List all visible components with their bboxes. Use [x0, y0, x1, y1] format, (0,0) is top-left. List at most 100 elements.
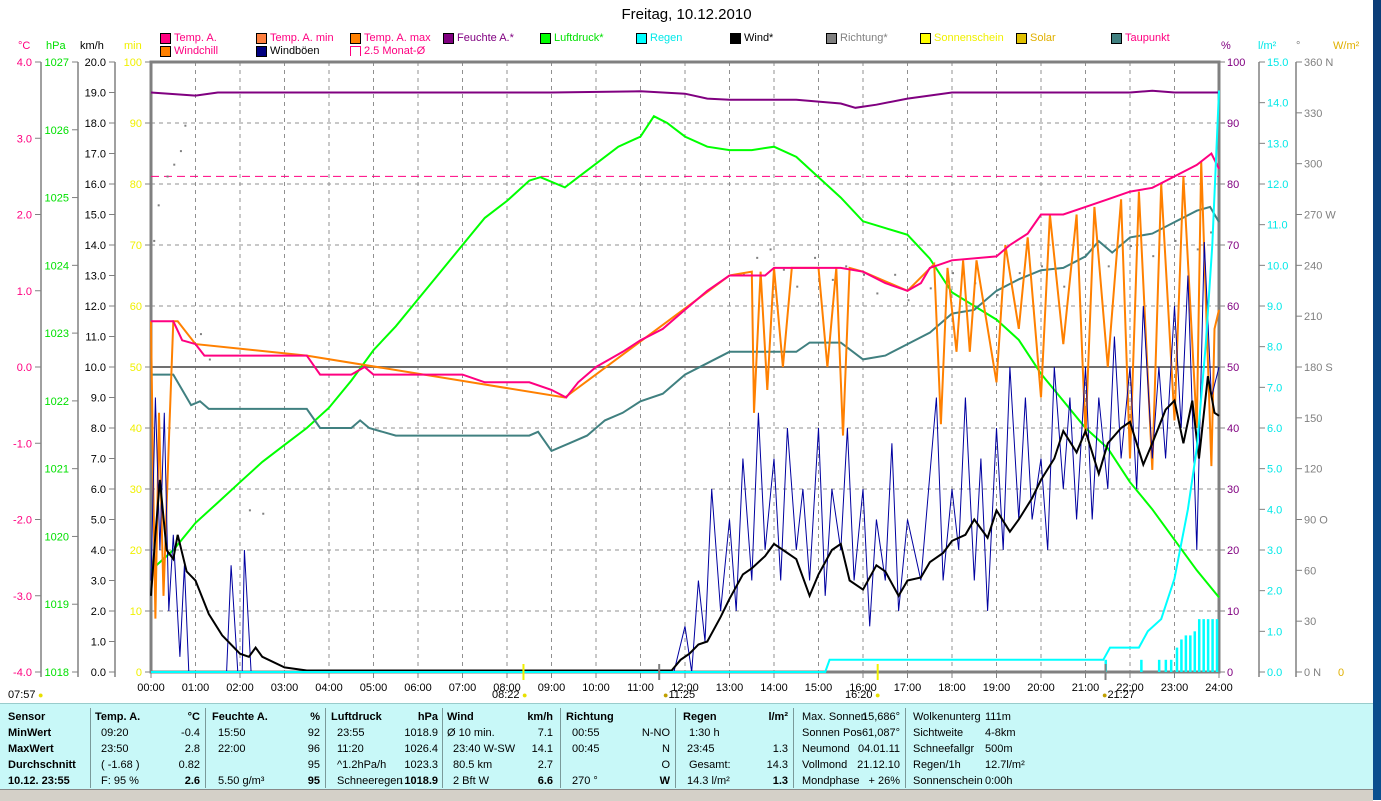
x-tick-label: 13:00 — [716, 682, 744, 694]
pressure-row-label: 11:20 — [337, 743, 364, 755]
legend-item: Sonnenschein — [920, 32, 1004, 44]
axis-label-pressure: 1026 — [45, 125, 69, 137]
axis-label-direction: 270 W — [1304, 210, 1336, 222]
humidity-row-value: 92 — [307, 727, 320, 739]
axis-unit: km/h — [80, 40, 104, 52]
direction-dot — [248, 509, 251, 512]
direction-dot — [996, 294, 999, 297]
axis-label-temp: 0.0 — [17, 362, 32, 374]
axis-label-temp: -1.0 — [13, 438, 32, 450]
axis-label-sun: 20 — [130, 545, 142, 557]
x-tick-label: 03:00 — [271, 682, 299, 694]
x-tick-label: 17:00 — [894, 682, 922, 694]
direction-dot — [756, 256, 759, 259]
legend-label: Temp. A. — [174, 32, 217, 44]
axis-label-rain: 10.0 — [1267, 260, 1288, 272]
legend-item: Richtung* — [826, 32, 888, 44]
axis-label-wind: 12.0 — [85, 301, 106, 313]
axis-label-rain: 14.0 — [1267, 98, 1288, 110]
axis-label-humidity: 90 — [1227, 118, 1239, 130]
weather-value: 500m — [985, 743, 1013, 755]
axis-label-direction: 240 — [1304, 260, 1322, 272]
axis-label-wind: 1.0 — [91, 637, 106, 649]
direction-dot — [173, 163, 176, 166]
legend-swatch — [1111, 32, 1122, 44]
legend-item: Temp. A. max — [350, 32, 431, 44]
axis-label-direction: 60 — [1304, 565, 1316, 577]
legend-item: Solar — [1016, 32, 1056, 44]
legend-item: Wind* — [730, 32, 773, 44]
marker-sun_end: 16:20 ● — [845, 689, 880, 701]
weather-label: Regen/1h — [913, 759, 961, 771]
rain-bar — [1157, 659, 1161, 672]
marker-time: 08:22 — [492, 689, 520, 701]
axis-label-direction: 300 — [1304, 159, 1322, 171]
column-divider — [90, 708, 91, 788]
axis-label-sun: 100 — [124, 57, 142, 69]
axis-label-sun: 30 — [130, 484, 142, 496]
direction-dot — [1063, 285, 1066, 288]
legend-swatch — [826, 32, 837, 44]
weather-label: Wolkenunterg — [913, 711, 981, 723]
weather-value: 4-8km — [985, 727, 1016, 739]
legend-item: Taupunkt — [1111, 32, 1170, 44]
axis-label-pressure: 1025 — [45, 193, 69, 205]
temp-unit: °C — [187, 711, 200, 723]
legend-swatch — [350, 32, 361, 44]
summary-panel: Sensor MinWert MaxWert Durchschnitt 10.12. 2… — [0, 703, 1373, 790]
legend-item: Regen — [636, 32, 682, 44]
legend-label: Luftdruck* — [554, 32, 604, 44]
x-tick-label: 11:00 — [627, 682, 654, 694]
axis-unit: ° — [1296, 40, 1301, 52]
axis-label-direction: 330 — [1304, 108, 1322, 120]
astro-value: 04.01.11 — [857, 743, 900, 755]
direction-dot — [907, 299, 910, 302]
axis-label-temp: -4.0 — [13, 667, 32, 679]
axis-label-direction: 90 O — [1304, 515, 1328, 527]
axis-label-humidity: 40 — [1227, 423, 1239, 435]
weather-label: Schneefallgr — [913, 743, 975, 755]
pressure-row-value: 1023.3 — [404, 759, 438, 771]
legend-swatch — [920, 32, 931, 44]
astro-value: 15,686° — [861, 711, 900, 723]
rain-bar — [1202, 619, 1205, 672]
direction-dot — [157, 204, 160, 207]
direction-dot — [262, 512, 265, 515]
x-tick-label: 09:00 — [538, 682, 566, 694]
temp-row-label: 09:20 — [101, 727, 129, 739]
direction-dot — [876, 292, 879, 295]
legend-label: Temp. A. max — [364, 32, 431, 44]
axis-label-wind: 6.0 — [91, 484, 106, 496]
axis-label-direction: 210 — [1304, 311, 1322, 323]
weather-value: 111m — [985, 711, 1011, 723]
axis-label-wind: 10.0 — [85, 362, 106, 374]
axis-label-rain: 13.0 — [1267, 138, 1288, 150]
axis-label-humidity: 0 — [1227, 667, 1233, 679]
x-tick-label: 15:00 — [805, 682, 833, 694]
direction-row-value: W — [659, 775, 670, 787]
direction-dot — [796, 285, 799, 288]
legend-label: Feuchte A.* — [457, 32, 514, 44]
direction-dot — [1130, 245, 1132, 247]
axis-label-sun: 0 — [136, 667, 142, 679]
axis-label-rain: 6.0 — [1267, 423, 1282, 435]
legend-label: Richtung* — [840, 32, 888, 44]
axis-label-humidity: 30 — [1227, 484, 1239, 496]
x-tick-label: 19:00 — [983, 682, 1011, 694]
axis-label-direction: 0 N — [1304, 667, 1321, 679]
axis-label-pressure: 1024 — [45, 260, 69, 272]
marker-time: 21:27 — [1107, 689, 1135, 701]
axis-label-direction: 360 N — [1304, 57, 1333, 69]
rain-row-value: 1.3 — [772, 775, 788, 787]
axis-unit: l/m² — [1258, 40, 1277, 52]
axis-label-sun: 80 — [130, 179, 142, 191]
direction-header: Richtung — [566, 711, 614, 723]
marker-moon: ●21:27 — [1102, 689, 1135, 701]
marker-sunrise: 07:57 ● — [8, 689, 43, 701]
humidity-row-value: 95 — [307, 759, 320, 771]
x-tick-label: 21:00 — [1072, 682, 1100, 694]
sensor-row-label: 10.12. 23:55 — [8, 775, 70, 787]
axis-label-wind: 0.0 — [91, 667, 106, 679]
direction-row-label: 270 ° — [572, 775, 598, 787]
rain-row-label: 1:30 h — [689, 727, 720, 739]
